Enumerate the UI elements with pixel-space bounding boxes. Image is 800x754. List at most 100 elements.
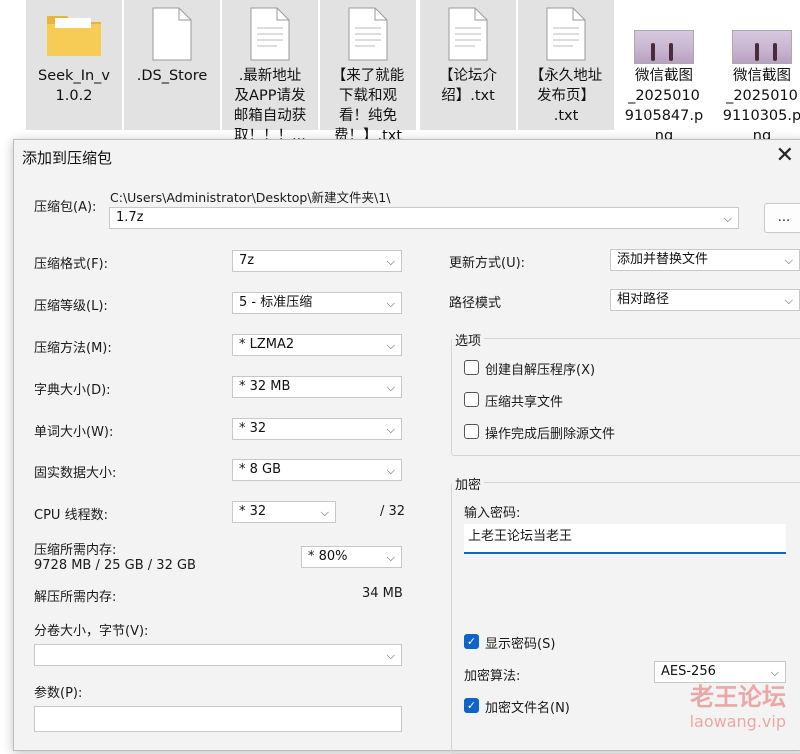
file-item[interactable]: 【永久地址 发布页】 .txt (518, 0, 614, 130)
file-name: 【论坛介 绍】.txt (439, 68, 497, 104)
dict-value: * 32 MB (239, 379, 291, 394)
file-item[interactable]: 【来了就能 下载和观 看！纯免 费！】.txt (320, 0, 416, 144)
file-name: .DS_Store (136, 68, 208, 84)
chevron-down-icon: ⌵ (723, 212, 732, 225)
file-item[interactable]: 微信截图 _2025010 9110305.p ng (714, 0, 800, 144)
dialog-title: 添加到压缩包 (22, 149, 113, 167)
update-label: 更新方式(U): (449, 256, 526, 271)
archive-path: C:\Users\Administrator\Desktop\新建文件夹\1\ (110, 190, 391, 205)
file-name: 微信截图 _2025010 9110305.p ng (722, 68, 800, 144)
watermark: 老王论坛 laowang.vip (690, 677, 786, 731)
solid-label: 固实数据大小: (34, 466, 117, 481)
chevron-down-icon: ⌵ (386, 381, 395, 394)
mem-percent-select[interactable]: * 80% ⌵ (301, 546, 402, 568)
file-icon (348, 7, 388, 61)
encrypt-names-label: 加密文件名(N) (485, 701, 570, 716)
format-select[interactable]: 7z ⌵ (232, 250, 402, 272)
encrypt-names-checkbox[interactable]: ✓ (464, 698, 479, 713)
delete-checkbox[interactable] (464, 424, 479, 439)
solid-select[interactable]: * 8 GB ⌵ (232, 459, 402, 481)
chevron-down-icon: ⌵ (320, 506, 329, 519)
dict-select[interactable]: * 32 MB ⌵ (232, 376, 402, 398)
mem-percent-value: * 80% (308, 549, 348, 564)
file-name: Seek_In_v 1.0.2 (38, 68, 110, 104)
mem-value: 9728 MB / 25 GB / 32 GB (34, 558, 196, 573)
decomp-value: 34 MB (362, 586, 403, 601)
word-select[interactable]: * 32 ⌵ (232, 418, 402, 440)
level-label: 压缩等级(L): (34, 299, 108, 314)
file-icon (250, 7, 290, 61)
folder-icon (47, 16, 101, 56)
cpu-label: CPU 线程数: (34, 508, 108, 523)
split-select[interactable]: ⌵ (34, 644, 402, 666)
shared-label: 压缩共享文件 (485, 395, 564, 410)
level-value: 5 - 标准压缩 (239, 295, 313, 310)
path-label: 路径模式 (449, 296, 502, 311)
decomp-label: 解压所需内存: (34, 590, 117, 605)
format-label: 压缩格式(F): (34, 257, 109, 272)
method-label: 压缩方法(M): (34, 341, 112, 356)
image-thumbnail (634, 30, 694, 64)
file-name: .最新地址 及APP请发 邮箱自动获 取！！！... (233, 68, 307, 144)
password-input[interactable]: 上老王论坛当老王 (464, 524, 786, 554)
file-icon (448, 7, 488, 61)
format-value: 7z (239, 253, 255, 268)
dict-label: 字典大小(D): (34, 383, 111, 398)
show-password-checkbox[interactable]: ✓ (464, 634, 479, 649)
cpu-value: * 32 (239, 504, 267, 519)
file-item[interactable]: 微信截图 _2025010 9105847.p ng (616, 0, 712, 144)
file-item[interactable]: Seek_In_v 1.0.2 (26, 0, 122, 130)
file-explorer-view: Seek_In_v 1.0.2 .DS_Store .最新地址 及APP请发 邮… (0, 0, 800, 150)
close-icon[interactable]: ✕ (776, 143, 794, 168)
update-select[interactable]: 添加并替换文件 ⌵ (610, 249, 800, 271)
chevron-down-icon: ⌵ (386, 339, 395, 352)
encryption-title: 加密 (452, 474, 485, 493)
file-name: 【永久地址 发布页】 .txt (529, 68, 603, 124)
cpu-select[interactable]: * 32 ⌵ (232, 501, 336, 523)
level-select[interactable]: 5 - 标准压缩 ⌵ (232, 292, 402, 314)
chevron-down-icon: ⌵ (784, 294, 793, 307)
archive-label: 压缩包(A): (34, 200, 97, 215)
delete-label: 操作完成后删除源文件 (485, 427, 616, 442)
word-value: * 32 (239, 421, 267, 436)
method-value: * LZMA2 (239, 337, 295, 352)
chevron-down-icon: ⌵ (386, 649, 395, 662)
watermark-line1: 老王论坛 (690, 682, 786, 711)
update-value: 添加并替换文件 (617, 252, 709, 267)
file-icon (546, 7, 586, 61)
browse-button[interactable]: ... (764, 203, 800, 233)
archive-name-value: 1.7z (116, 210, 144, 225)
dialog-titlebar: 添加到压缩包 ✕ (14, 140, 800, 172)
options-title: 选项 (452, 330, 485, 349)
file-icon (152, 7, 192, 61)
password-label: 输入密码: (464, 506, 521, 521)
file-item[interactable]: 【论坛介 绍】.txt (420, 0, 516, 130)
params-label: 参数(P): (34, 686, 83, 701)
params-input[interactable] (34, 706, 402, 732)
enc-method-label: 加密算法: (464, 669, 521, 684)
path-select[interactable]: 相对路径 ⌵ (610, 289, 800, 311)
archive-name-combo[interactable]: 1.7z ⌵ (109, 207, 739, 229)
file-name: 【来了就能 下载和观 看！纯免 费！】.txt (331, 68, 405, 144)
chevron-down-icon: ⌵ (784, 254, 793, 267)
file-item[interactable]: .DS_Store (124, 0, 220, 130)
file-item[interactable]: .最新地址 及APP请发 邮箱自动获 取！！！... (222, 0, 318, 144)
method-select[interactable]: * LZMA2 ⌵ (232, 334, 402, 356)
shared-checkbox[interactable] (464, 392, 479, 407)
image-thumbnail (732, 30, 792, 64)
show-password-label: 显示密码(S) (485, 637, 556, 652)
mem-label: 压缩所需内存: (34, 543, 117, 558)
chevron-down-icon: ⌵ (386, 297, 395, 310)
sfx-checkbox[interactable] (464, 360, 479, 375)
chevron-down-icon: ⌵ (386, 464, 395, 477)
path-value: 相对路径 (617, 292, 670, 307)
solid-value: * 8 GB (239, 462, 282, 477)
split-label: 分卷大小，字节(V): (34, 624, 149, 639)
sfx-label: 创建自解压程序(X) (485, 363, 596, 378)
add-to-archive-dialog: 添加到压缩包 ✕ 压缩包(A): C:\Users\Administrator\… (13, 139, 800, 754)
watermark-line2: laowang.vip (689, 712, 786, 731)
cpu-total: / 32 (380, 504, 406, 519)
file-name: 微信截图 _2025010 9105847.p ng (624, 68, 704, 144)
chevron-down-icon: ⌵ (386, 551, 395, 564)
word-label: 单词大小(W): (34, 425, 114, 440)
